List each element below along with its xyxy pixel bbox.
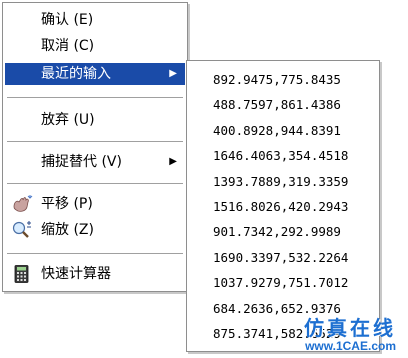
recent-input-item[interactable]: 901.7342,292.9989 — [187, 219, 379, 244]
context-menu: 确认 (E) 取消 (C) 最近的输入 ▶ 放弃 (U) 捕捉替代 (V) ▶ … — [2, 2, 188, 292]
menu-item-confirm[interactable]: 确认 (E) — [5, 9, 185, 31]
recent-input-item[interactable]: 1393.7889,319.3359 — [187, 169, 379, 194]
submenu-arrow-icon: ▶ — [169, 156, 177, 167]
menu-item-label: 缩放 (Z) — [41, 222, 94, 238]
menu-item-cancel[interactable]: 取消 (C) — [5, 35, 185, 57]
menu-item-snap-override[interactable]: 捕捉替代 (V) ▶ — [5, 151, 185, 173]
recent-input-item[interactable]: 1037.9279,751.7012 — [187, 270, 379, 295]
menu-item-label: 捕捉替代 (V) — [41, 154, 122, 170]
watermark: 仿真在线 www.1CAE.com — [304, 318, 396, 352]
screen: 1CAE.COM 确认 (E) 取消 (C) 最近的输入 ▶ 放弃 (U) 捕捉… — [0, 0, 408, 358]
submenu-arrow-icon: ▶ — [169, 68, 177, 79]
watermark-title: 仿真在线 — [304, 316, 396, 340]
recent-input-item[interactable]: 1690.3397,532.2264 — [187, 245, 379, 270]
menu-item-label: 放弃 (U) — [41, 112, 95, 128]
menu-item-quick-calc[interactable]: 快速计算器 — [5, 263, 185, 285]
menu-separator — [7, 253, 183, 255]
watermark-url: www.1CAE.com — [305, 339, 396, 353]
menu-item-label: 快速计算器 — [41, 266, 111, 282]
recent-input-item[interactable]: 1646.4063,354.4518 — [187, 143, 379, 168]
menu-separator — [7, 141, 183, 143]
menu-separator — [7, 97, 183, 99]
menu-item-label: 确认 (E) — [41, 12, 94, 28]
hand-pan-icon — [13, 195, 33, 212]
recent-input-item[interactable]: 892.9475,775.8435 — [187, 67, 379, 92]
recent-input-item[interactable]: 488.7597,861.4386 — [187, 92, 379, 117]
menu-item-pan[interactable]: 平移 (P) — [5, 193, 185, 215]
magnifier-zoom-icon — [12, 221, 31, 238]
menu-item-undo[interactable]: 放弃 (U) — [5, 109, 185, 131]
recent-input-item[interactable]: 1516.8026,420.2943 — [187, 194, 379, 219]
recent-input-item[interactable]: 400.8928,944.8391 — [187, 118, 379, 143]
recent-input-submenu: 892.9475,775.8435 488.7597,861.4386 400.… — [186, 60, 380, 352]
menu-item-recent-input[interactable]: 最近的输入 ▶ — [5, 63, 185, 85]
menu-item-label: 取消 (C) — [41, 38, 95, 54]
calculator-icon — [14, 265, 29, 283]
menu-item-label: 最近的输入 — [41, 66, 111, 82]
menu-item-label: 平移 (P) — [41, 196, 93, 212]
menu-separator — [7, 183, 183, 185]
menu-item-zoom[interactable]: 缩放 (Z) — [5, 219, 185, 241]
